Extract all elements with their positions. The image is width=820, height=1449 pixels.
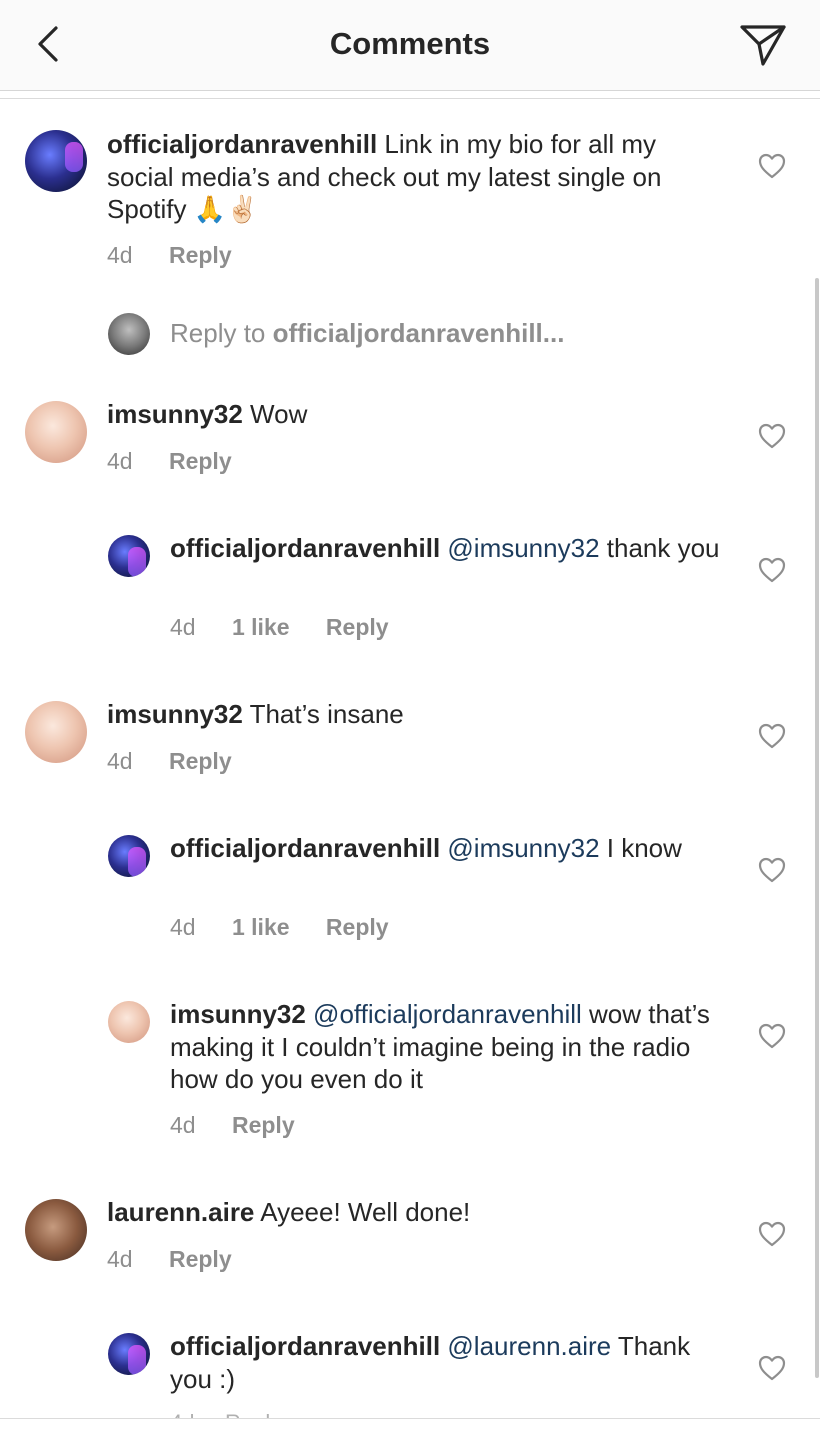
avatar[interactable]: [108, 835, 150, 877]
comment-body: That’s insane: [242, 699, 404, 729]
comment-time: 4d: [170, 614, 196, 640]
mention-link[interactable]: @laurenn.aire: [440, 1331, 611, 1361]
comment-text: officialjordanravenhill @imsunny32 I kno…: [170, 832, 730, 865]
likes-count[interactable]: 1 like: [232, 614, 290, 640]
comment-meta: 4d Reply: [107, 748, 262, 775]
reply-button[interactable]: Reply: [169, 448, 232, 474]
mention-link[interactable]: @officialjordanravenhill: [306, 999, 582, 1029]
like-heart-icon[interactable]: [758, 557, 786, 583]
like-heart-icon[interactable]: [758, 723, 786, 749]
avatar[interactable]: [25, 130, 87, 192]
likes-count[interactable]: 1 like: [232, 914, 290, 940]
reply-button[interactable]: Reply: [169, 748, 232, 774]
reply-button[interactable]: Reply: [169, 1246, 232, 1272]
comment-meta: 4d Reply: [107, 448, 262, 475]
comment-username[interactable]: imsunny32: [107, 699, 243, 729]
header-bar: Comments: [0, 0, 820, 91]
comment-body: Ayeee! Well done!: [254, 1197, 471, 1227]
direct-message-icon[interactable]: [738, 22, 788, 68]
reply-button[interactable]: Reply: [326, 614, 389, 640]
comment-time: 4d: [107, 448, 133, 474]
comment-text: officialjordanravenhill @imsunny32 thank…: [170, 532, 730, 565]
reply-button[interactable]: Reply: [232, 1112, 295, 1138]
comment-body: thank you: [599, 533, 720, 563]
avatar[interactable]: [108, 1001, 150, 1043]
comment-time: 4d: [107, 1246, 133, 1272]
my-avatar: [108, 313, 150, 355]
reply-prompt[interactable]: Reply to officialjordanravenhill...: [170, 318, 564, 349]
comment-meta: 4d 1 like Reply: [170, 614, 419, 641]
avatar[interactable]: [25, 701, 87, 763]
comment-username[interactable]: laurenn.aire: [107, 1197, 254, 1227]
comment-username[interactable]: officialjordanravenhill: [107, 129, 377, 159]
page-title: Comments: [329, 26, 491, 61]
comment-username[interactable]: officialjordanravenhill: [170, 1331, 440, 1361]
comment-time: 4d: [170, 1112, 196, 1138]
reply-prompt-target: officialjordanravenhill...: [272, 318, 565, 348]
avatar[interactable]: [108, 535, 150, 577]
comment-meta: 4d Reply: [107, 1246, 262, 1273]
comment-username[interactable]: imsunny32: [107, 399, 243, 429]
comment-text: imsunny32 @officialjordanravenhill wow t…: [170, 998, 730, 1096]
comment-text: imsunny32 That’s insane: [107, 698, 727, 731]
comment-meta: 4d 1 like Reply: [170, 914, 419, 941]
comment-body: Wow: [242, 399, 308, 429]
mention-link[interactable]: @imsunny32: [440, 533, 599, 563]
reply-button[interactable]: Reply: [169, 242, 232, 268]
like-heart-icon[interactable]: [758, 1221, 786, 1247]
comment-text: officialjordanravenhill @laurenn.aire Th…: [170, 1330, 730, 1395]
comment-username[interactable]: officialjordanravenhill: [170, 533, 440, 563]
comment-meta: 4d Reply: [170, 1112, 325, 1139]
like-heart-icon[interactable]: [758, 857, 786, 883]
avatar[interactable]: [25, 401, 87, 463]
like-heart-icon[interactable]: [758, 1023, 786, 1049]
comment-text: officialjordanravenhill Link in my bio f…: [107, 128, 727, 226]
comment-username[interactable]: officialjordanravenhill: [170, 833, 440, 863]
comment-text: imsunny32 Wow: [107, 398, 727, 431]
comment-time: 4d: [107, 242, 133, 268]
comment-body: I know: [599, 833, 682, 863]
comment-meta: 4d Reply: [107, 242, 262, 269]
reply-button[interactable]: Reply: [326, 914, 389, 940]
comment-text: laurenn.aire Ayeee! Well done!: [107, 1196, 727, 1229]
comment-username[interactable]: imsunny32: [170, 999, 306, 1029]
avatar[interactable]: [108, 1333, 150, 1375]
avatar[interactable]: [25, 1199, 87, 1261]
reply-prompt-prefix: Reply to: [170, 318, 273, 348]
scrollbar[interactable]: [815, 278, 819, 1378]
comment-time: 4d: [170, 914, 196, 940]
header-divider: [0, 98, 820, 99]
like-heart-icon[interactable]: [758, 153, 786, 179]
bottom-bar: [0, 1418, 820, 1449]
like-heart-icon[interactable]: [758, 423, 786, 449]
like-heart-icon[interactable]: [758, 1355, 786, 1381]
mention-link[interactable]: @imsunny32: [440, 833, 599, 863]
comment-time: 4d: [107, 748, 133, 774]
